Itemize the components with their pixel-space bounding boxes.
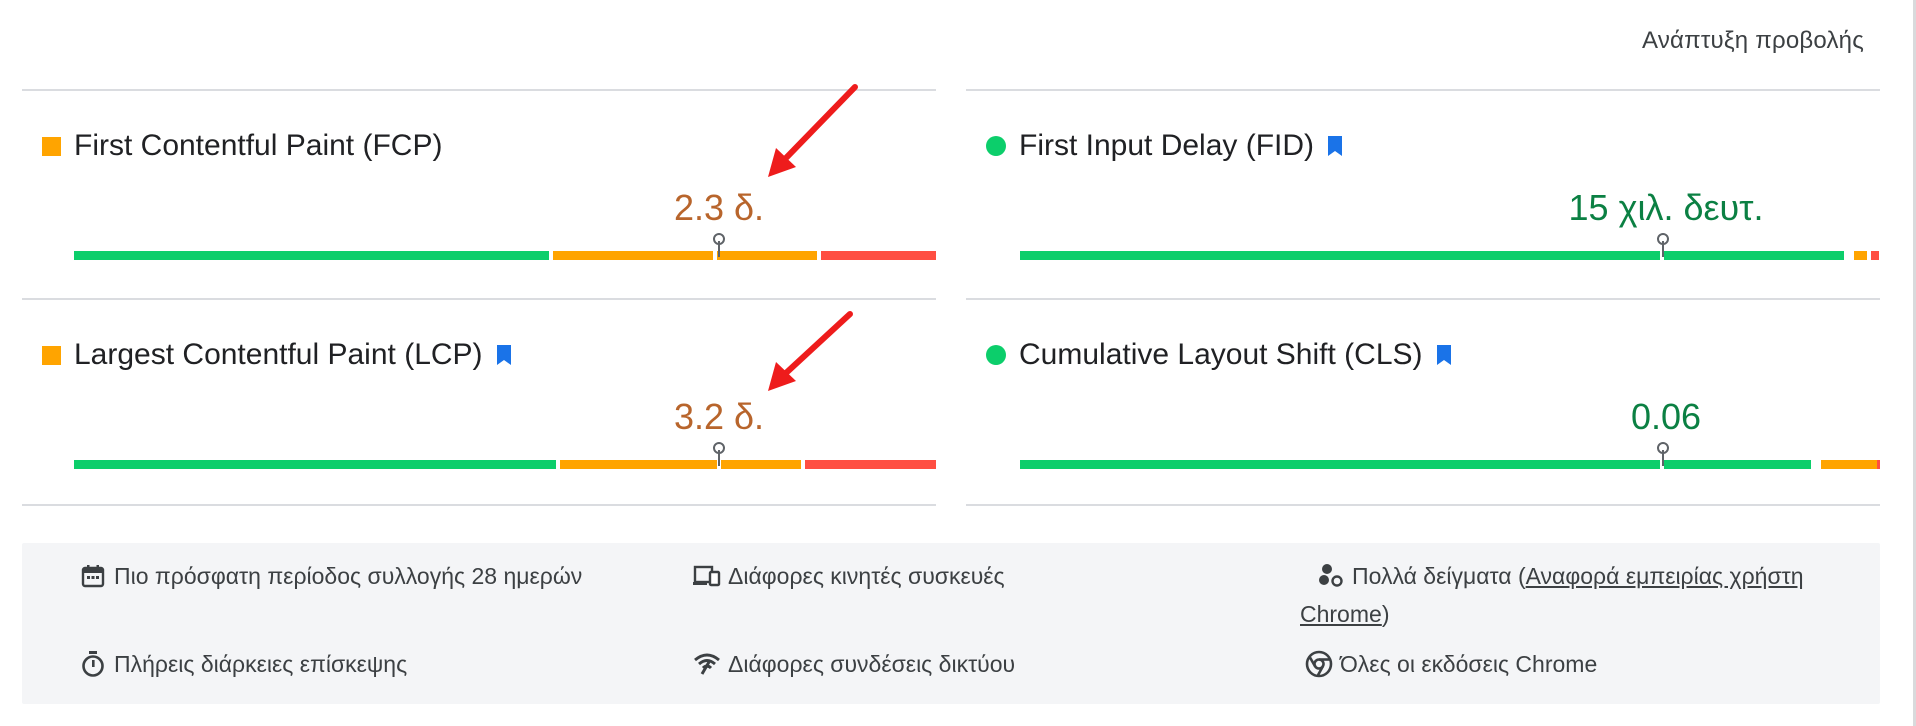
data-source-info-panel: Πιο πρόσφατη περίοδος συλλογής 28 ημερών…	[22, 543, 1880, 704]
bar-poor-segment	[1871, 251, 1879, 260]
bookmark-icon[interactable]	[1327, 135, 1343, 157]
info-chrome-versions: Όλες οι εκδόσεις Chrome	[1304, 645, 1597, 683]
bookmark-icon[interactable]	[496, 344, 512, 366]
bar-average-segment	[553, 251, 713, 260]
bar-poor-segment	[821, 251, 936, 260]
metric-lcp-value: 3.2 δ.	[673, 396, 765, 437]
bar-good-segment	[74, 251, 549, 260]
metric-fcp-value: 2.3 δ.	[673, 187, 765, 228]
square-average-icon	[42, 345, 61, 365]
metric-fid: First Input Delay (FID) 15 χιλ. δευτ.	[966, 89, 1880, 297]
chrome-icon	[1304, 645, 1334, 683]
bar-poor-segment	[805, 460, 936, 469]
bar-average-segment	[717, 251, 817, 260]
metric-lcp-title[interactable]: Largest Contentful Paint (LCP)	[42, 338, 512, 372]
bar-poor-segment	[1877, 460, 1880, 469]
circle-good-icon	[986, 345, 1006, 365]
info-collection-period: Πιο πρόσφατη περίοδος συλλογής 28 ημερών	[78, 557, 582, 595]
metric-fcp: First Contentful Paint (FCP) 2.3 δ.	[22, 89, 936, 297]
metric-fcp-label: First Contentful Paint (FCP)	[74, 129, 443, 162]
info-visit-duration: Πλήρεις διάρκειες επίσκεψης	[78, 645, 407, 683]
bar-good-segment	[1664, 460, 1811, 469]
info-samples-text: Πολλά δείγματα (	[1352, 563, 1526, 589]
bar-good-segment	[1020, 251, 1660, 260]
percentile-marker	[1657, 233, 1669, 257]
metric-cls-value: 0.06	[1630, 396, 1702, 437]
metric-cls-title[interactable]: Cumulative Layout Shift (CLS)	[986, 338, 1452, 372]
bar-average-segment	[1854, 251, 1867, 260]
percentile-marker	[1657, 442, 1669, 466]
bar-good-segment	[1664, 251, 1844, 260]
timer-icon	[78, 645, 108, 683]
expand-view-link[interactable]: Ανάπτυξη προβολής	[1642, 27, 1864, 55]
info-samples: Πολλά δείγματα (Αναφορά εμπειρίας χρήστη…	[1300, 557, 1860, 633]
samples-icon	[1316, 557, 1346, 595]
info-visit-duration-text: Πλήρεις διάρκειες επίσκεψης	[114, 651, 408, 677]
metric-lcp: Largest Contentful Paint (LCP) 3.2 δ.	[22, 298, 936, 506]
info-samples-suffix: )	[1381, 601, 1390, 627]
percentile-marker	[713, 233, 725, 257]
info-collection-period-text: Πιο πρόσφατη περίοδος συλλογής 28 ημερών	[114, 563, 583, 589]
network-icon	[692, 645, 722, 683]
square-average-icon	[42, 136, 61, 156]
bar-average-segment	[721, 460, 801, 469]
metric-fcp-title[interactable]: First Contentful Paint (FCP)	[42, 129, 442, 163]
percentile-marker	[713, 442, 725, 466]
info-devices: Διάφορες κινητές συσκευές	[692, 557, 1005, 595]
metric-cls: Cumulative Layout Shift (CLS) 0.06	[966, 298, 1880, 506]
info-network-text: Διάφορες συνδέσεις δικτύου	[728, 651, 1016, 677]
metric-fid-title[interactable]: First Input Delay (FID)	[986, 129, 1343, 163]
metric-fid-value: 15 χιλ. δευτ.	[1568, 187, 1764, 228]
circle-good-icon	[986, 136, 1006, 156]
info-network: Διάφορες συνδέσεις δικτύου	[692, 645, 1015, 683]
metric-cls-label: Cumulative Layout Shift (CLS)	[1019, 338, 1423, 371]
bookmark-icon[interactable]	[1436, 344, 1452, 366]
bar-good-segment	[74, 460, 556, 469]
devices-icon	[692, 557, 722, 595]
metric-lcp-label: Largest Contentful Paint (LCP)	[74, 338, 483, 371]
bar-good-segment	[1020, 460, 1660, 469]
bar-average-segment	[1821, 460, 1877, 469]
bar-average-segment	[560, 460, 717, 469]
calendar-icon	[78, 557, 108, 595]
metric-fid-label: First Input Delay (FID)	[1019, 129, 1315, 162]
info-chrome-versions-text: Όλες οι εκδόσεις Chrome	[1340, 651, 1598, 677]
info-devices-text: Διάφορες κινητές συσκευές	[728, 563, 1005, 589]
